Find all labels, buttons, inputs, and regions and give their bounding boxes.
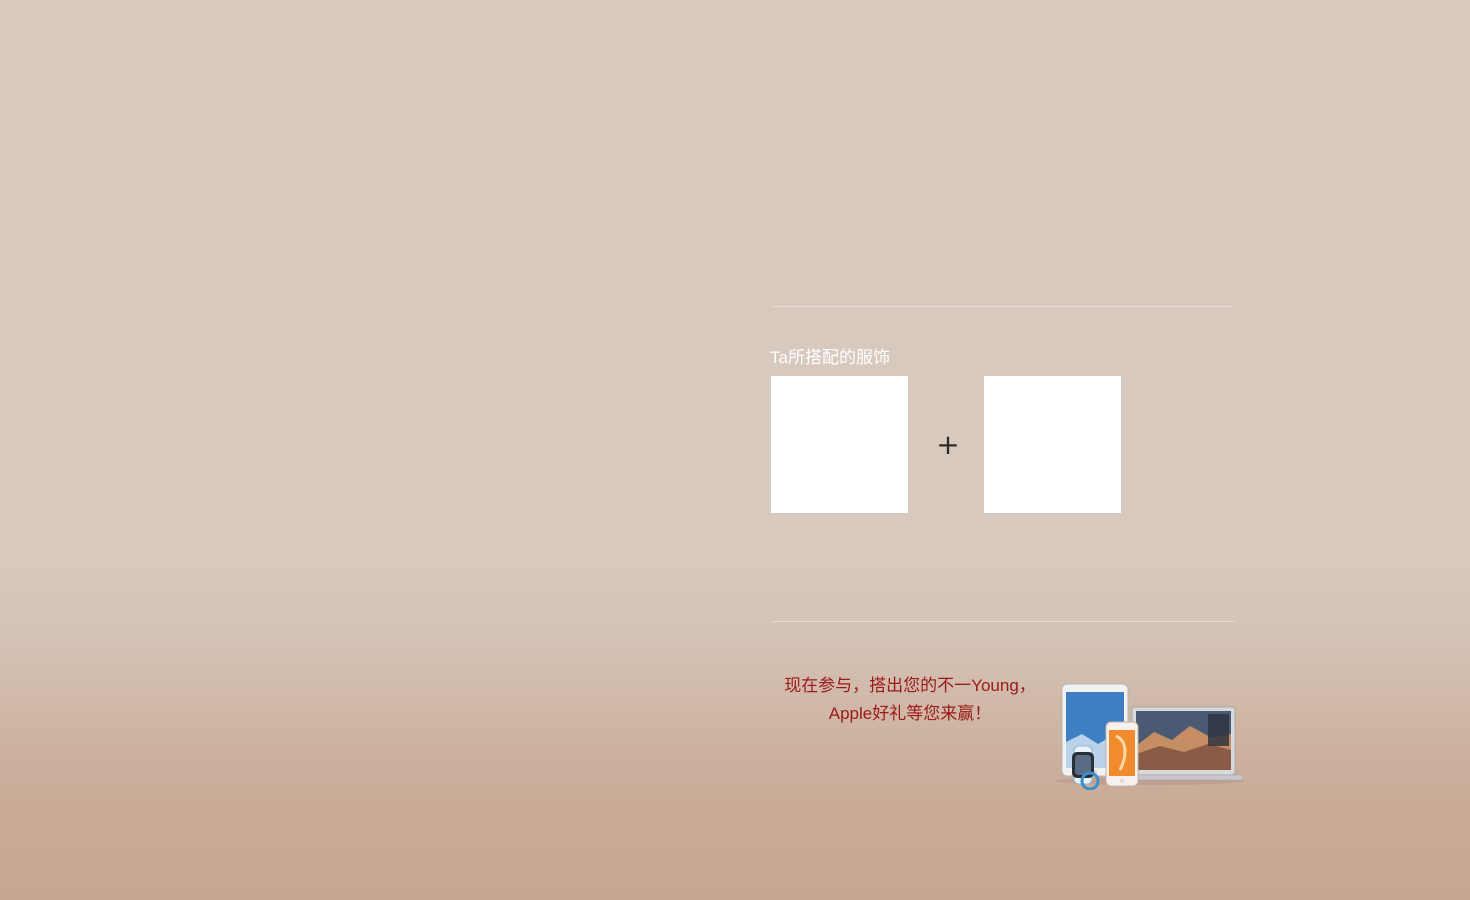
plus-icon: + — [936, 428, 960, 461]
apple-devices-illustration — [1056, 683, 1245, 791]
promo-line-2: Apple好礼等您来赢！ — [828, 704, 992, 723]
section-divider-bottom — [772, 621, 1234, 622]
promo-line-1: 现在参与，搭出您的不一Young， — [784, 676, 1036, 695]
outfit-item-slot-1[interactable] — [771, 376, 908, 513]
outfit-item-slot-2[interactable] — [984, 376, 1121, 513]
promo-text: 现在参与，搭出您的不一Young， Apple好礼等您来赢！ — [770, 672, 1050, 728]
section-divider-top — [772, 306, 1234, 307]
outfit-section-title: Ta所搭配的服饰 — [770, 348, 890, 367]
apple-devices-image — [1050, 680, 1246, 791]
